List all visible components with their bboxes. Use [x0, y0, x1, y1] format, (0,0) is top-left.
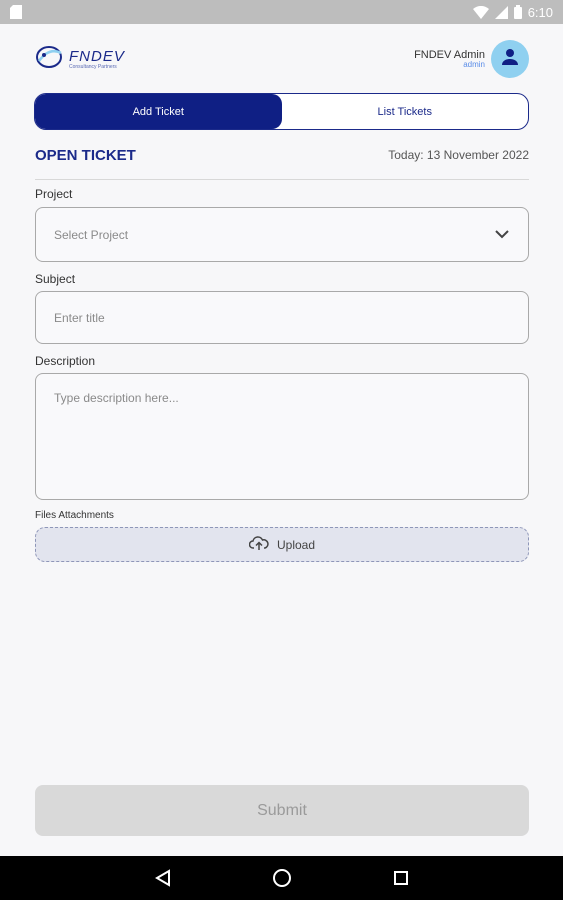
subject-input[interactable]: Enter title — [35, 291, 529, 344]
home-icon[interactable] — [270, 866, 294, 890]
description-label: Description — [35, 354, 96, 368]
description-textarea[interactable]: Type description here... — [35, 373, 529, 500]
submit-button[interactable]: Submit — [35, 785, 529, 836]
today-date: Today: 13 November 2022 — [388, 148, 529, 162]
avatar[interactable] — [491, 40, 529, 78]
status-time: 6:10 — [527, 4, 553, 20]
logo: FNDEV Consultancy Partners — [35, 43, 125, 76]
page-title: OPEN TICKET — [35, 146, 136, 164]
user-profile[interactable]: FNDEV Admin admin — [414, 40, 529, 78]
title-row: OPEN TICKET Today: 13 November 2022 — [35, 145, 529, 165]
battery-icon — [513, 5, 522, 19]
recents-icon[interactable] — [389, 866, 413, 890]
project-placeholder: Select Project — [54, 227, 129, 242]
wifi-icon — [472, 5, 489, 19]
subject-placeholder: Enter title — [54, 310, 105, 325]
project-select[interactable]: Select Project — [35, 207, 529, 262]
logo-mark-icon — [35, 43, 65, 76]
upload-label: Upload — [276, 537, 316, 552]
project-label: Project — [35, 187, 73, 201]
person-icon — [501, 48, 519, 71]
subject-label: Subject — [35, 272, 76, 286]
system-nav-bar — [0, 856, 563, 900]
logo-subtitle: Consultancy Partners — [69, 63, 117, 70]
user-name: FNDEV Admin — [414, 48, 485, 61]
divider — [35, 179, 529, 180]
sd-card-icon — [10, 5, 22, 19]
back-icon[interactable] — [151, 866, 175, 890]
description-placeholder: Type description here... — [54, 391, 179, 405]
logo-title: FNDEV — [69, 47, 125, 65]
tab-add-ticket[interactable]: Add Ticket — [35, 94, 282, 129]
status-bar: 6:10 — [0, 0, 563, 24]
chevron-down-icon — [494, 228, 510, 242]
tab-list-tickets[interactable]: List Tickets — [282, 94, 529, 129]
attachments-label: Files Attachments — [35, 510, 114, 521]
user-role: admin — [463, 59, 485, 69]
cloud-upload-icon — [248, 535, 269, 554]
tab-bar: Add Ticket List Tickets — [34, 93, 529, 130]
app-header: FNDEV Consultancy Partners FNDEV Admin a… — [35, 36, 529, 82]
signal-icon — [494, 5, 508, 19]
upload-button[interactable]: Upload — [35, 527, 529, 562]
